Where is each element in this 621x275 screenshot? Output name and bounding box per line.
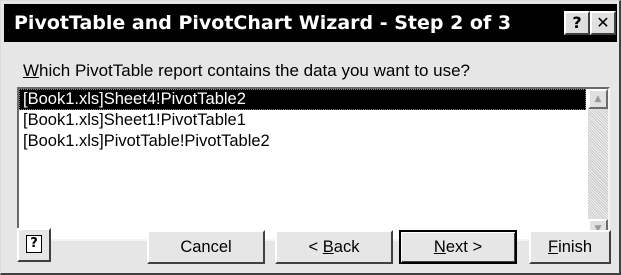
list-item[interactable]: [Book1.xls]PivotTable!PivotTable2: [19, 131, 586, 152]
finish-label: inish: [558, 238, 593, 256]
arrow-up-icon: ▲: [594, 94, 602, 104]
help-button[interactable]: ?: [17, 228, 51, 262]
vertical-scrollbar[interactable]: ▲ ▼: [588, 89, 608, 239]
list-item[interactable]: [Book1.xls]Sheet1!PivotTable1: [19, 110, 586, 131]
next-label: ext >: [445, 238, 483, 256]
list-item[interactable]: [Book1.xls]Sheet4!PivotTable2: [19, 89, 586, 110]
title-bar[interactable]: PivotTable and PivotChart Wizard - Step …: [4, 4, 617, 42]
cancel-button[interactable]: Cancel: [147, 230, 265, 264]
next-accelerator: N: [433, 238, 446, 256]
list-prompt-label: Which PivotTable report contains the dat…: [23, 61, 470, 81]
title-close-button[interactable]: ✕: [590, 11, 616, 35]
scroll-up-button[interactable]: ▲: [588, 89, 608, 109]
close-icon: ✕: [596, 13, 610, 32]
question-mark-icon: ?: [572, 13, 582, 32]
back-accelerator: B: [322, 238, 334, 256]
back-label: ack: [333, 238, 360, 256]
pivot-report-listbox[interactable]: [Book1.xls]Sheet4!PivotTable2 [Book1.xls…: [17, 87, 610, 241]
prompt-text: hich PivotTable report contains the data…: [39, 61, 470, 80]
help-icon: ?: [26, 235, 42, 253]
title-help-button[interactable]: ?: [564, 11, 590, 35]
cancel-label: Cancel: [180, 238, 232, 256]
finish-button[interactable]: Finish: [529, 230, 611, 264]
window-title: PivotTable and PivotChart Wizard - Step …: [14, 12, 512, 34]
finish-accelerator: F: [547, 238, 559, 256]
back-prefix: <: [308, 238, 323, 256]
next-button[interactable]: Next >: [399, 230, 517, 264]
back-button[interactable]: < Back: [275, 230, 393, 264]
prompt-accelerator: W: [23, 61, 40, 80]
list-items: [Book1.xls]Sheet4!PivotTable2 [Book1.xls…: [19, 89, 586, 239]
pivot-wizard-dialog: PivotTable and PivotChart Wizard - Step …: [0, 0, 621, 275]
